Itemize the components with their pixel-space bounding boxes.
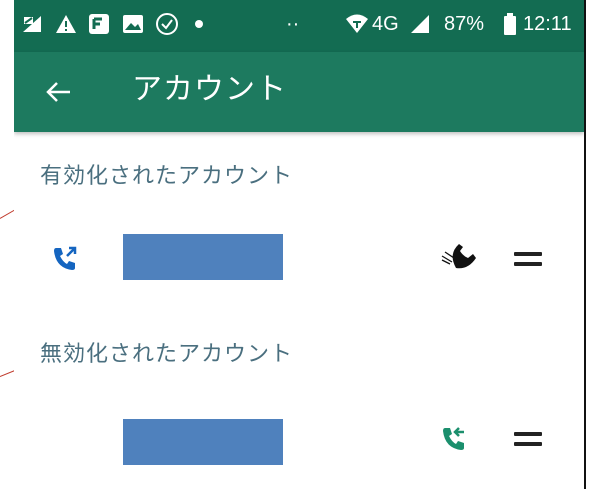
clock: 12:11 [523,13,572,35]
battery-percent: 87% [444,13,485,35]
signal-icon [408,12,432,36]
page-title: アカウント [132,72,287,107]
account-name-redacted [123,234,283,280]
push-phone-icon [440,242,482,272]
status-dots: ·· [286,13,300,35]
battery-icon [498,12,522,36]
app-notification-icon [87,12,111,36]
app-bar: アカウント [14,52,584,132]
warning-icon [54,12,78,36]
drag-handle-icon[interactable] [514,432,542,448]
phone-screen: ·· 4G 87% 12:11 アカウント 有効化されたアカウント 無効化された… [14,0,586,489]
wifi-icon [345,12,369,36]
network-type: 4G [372,13,399,35]
arrow-left-icon [46,82,70,102]
dot-icon [187,12,211,36]
disabled-account-row[interactable] [14,398,584,478]
drag-handle-icon[interactable] [514,252,542,268]
outgoing-call-icon [51,244,79,272]
image-icon [121,12,145,36]
disabled-section-title: 無効化されたアカウント [40,342,294,367]
enabled-account-row[interactable] [14,218,584,298]
enabled-section-title: 有効化されたアカウント [40,164,294,189]
check-circle-icon [155,12,179,36]
status-bar: ·· 4G 87% 12:11 [14,0,584,52]
incoming-call-icon [440,424,468,452]
account-name-redacted [123,419,283,465]
sim-icon [20,12,44,36]
back-button[interactable] [40,74,76,110]
